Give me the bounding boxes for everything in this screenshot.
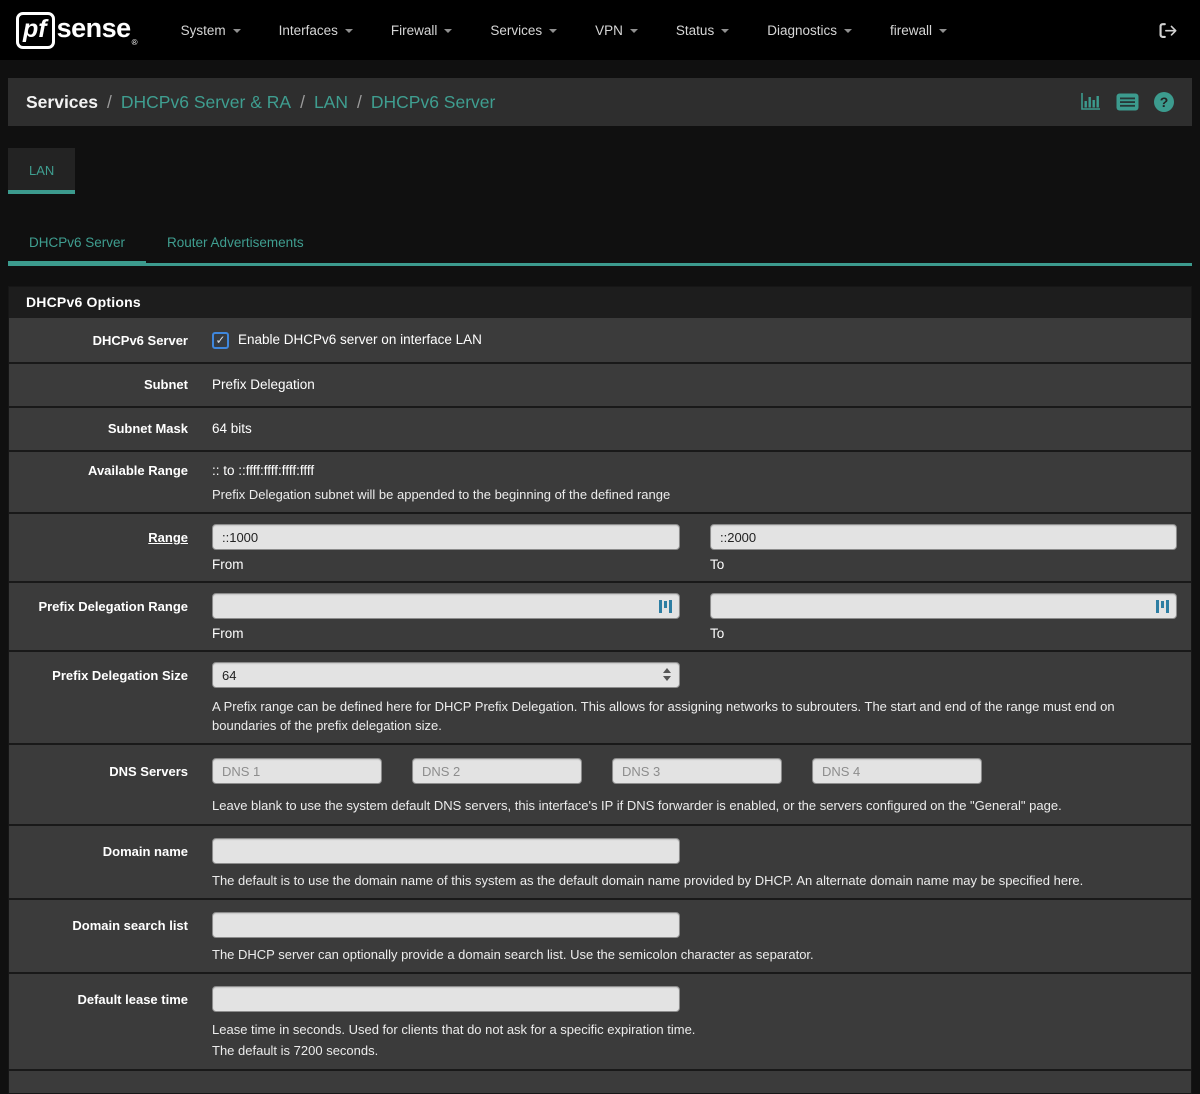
subnet-mask-value: 64 bits: [212, 419, 1191, 439]
field-label: Range: [9, 524, 212, 575]
field-label: Default lease time: [9, 986, 212, 1060]
chevron-down-icon: [345, 29, 353, 33]
input-caption-from: From: [212, 624, 680, 644]
dns2-input[interactable]: [412, 758, 582, 784]
enable-dhcpv6-label: Enable DHCPv6 server on interface LAN: [238, 330, 482, 350]
nav-item-services[interactable]: Services: [471, 13, 576, 48]
pfsense-logo-pf: pf: [16, 12, 55, 49]
form-row-prefix-delegation-size: Prefix Delegation Size 64 A Prefix range…: [9, 650, 1191, 743]
nav-item-status[interactable]: Status: [657, 13, 748, 48]
lease-time-help-1: Lease time in seconds. Used for clients …: [212, 1020, 1177, 1039]
chevron-down-icon: [630, 29, 638, 33]
field-label: Subnet: [9, 375, 212, 395]
pd-size-help: A Prefix range can be defined here for D…: [212, 697, 1177, 735]
autofill-icon: [1156, 599, 1169, 613]
status-graph-button[interactable]: [1079, 92, 1101, 112]
chevron-down-icon: [844, 29, 852, 33]
breadcrumb-bar: Services / DHCPv6 Server & RA / LAN / DH…: [8, 78, 1192, 126]
nav-item-diagnostics[interactable]: Diagnostics: [748, 13, 871, 48]
enable-dhcpv6-checkbox[interactable]: ✓: [212, 332, 229, 349]
nav-item-firewall[interactable]: Firewall: [372, 13, 472, 48]
sign-out-button[interactable]: [1152, 16, 1184, 45]
nav-item-interfaces[interactable]: Interfaces: [260, 13, 372, 48]
dns3-input[interactable]: [612, 758, 782, 784]
form-row-range: Range From To: [9, 512, 1191, 581]
check-icon: ✓: [215, 334, 225, 346]
field-label: DNS Servers: [9, 758, 212, 815]
sign-out-icon: [1158, 22, 1178, 39]
chevron-down-icon: [939, 29, 947, 33]
dns-help: Leave blank to use the system default DN…: [212, 796, 1177, 815]
form-row-subnet-mask: Subnet Mask 64 bits: [9, 406, 1191, 450]
available-range-value: :: to ::ffff:ffff:ffff:ffff: [212, 461, 1177, 481]
form-row-default-lease-time: Default lease time Lease time in seconds…: [9, 972, 1191, 1069]
question-mark-icon: ?: [1160, 94, 1169, 110]
field-label: Subnet Mask: [9, 419, 212, 439]
lease-time-input[interactable]: [212, 986, 680, 1012]
input-caption-to: To: [710, 624, 1177, 644]
tab-router-advertisements[interactable]: Router Advertisements: [146, 222, 325, 263]
breadcrumb-section: Services: [26, 92, 98, 113]
form-row-dhcpv6-server: DHCPv6 Server ✓ Enable DHCPv6 server on …: [9, 318, 1191, 362]
pd-size-select[interactable]: 64: [212, 662, 680, 688]
form-row-prefix-delegation-range: Prefix Delegation Range From To: [9, 581, 1191, 650]
dhcpv6-options-panel: DHCPv6 Options DHCPv6 Server ✓ Enable DH…: [8, 286, 1192, 1094]
sub-tab-bar: DHCPv6 Server Router Advertisements: [8, 222, 1192, 266]
form-row-domain-search-list: Domain search list The DHCP server can o…: [9, 898, 1191, 972]
breadcrumb: Services / DHCPv6 Server & RA / LAN / DH…: [26, 92, 495, 113]
registered-mark: ®: [132, 38, 138, 47]
panel-title: DHCPv6 Options: [9, 287, 1191, 318]
chevron-down-icon: [444, 29, 452, 33]
pd-range-from-input[interactable]: [212, 593, 680, 619]
tab-lan[interactable]: LAN: [8, 148, 75, 194]
help-button[interactable]: ?: [1154, 92, 1174, 112]
tab-dhcpv6-server[interactable]: DHCPv6 Server: [8, 222, 146, 266]
nav-item-system[interactable]: System: [162, 13, 260, 48]
domain-name-help: The default is to use the domain name of…: [212, 871, 1177, 890]
field-label: Available Range: [9, 461, 212, 504]
autofill-icon: [659, 599, 672, 613]
field-label: Domain name: [9, 838, 212, 890]
pfsense-logo-text: sense: [57, 12, 131, 44]
breadcrumb-actions: ?: [1079, 92, 1174, 112]
breadcrumb-link-dhcpv6-server-ra[interactable]: DHCPv6 Server & RA: [121, 92, 291, 113]
input-caption-from: From: [212, 555, 680, 575]
range-to-input[interactable]: [710, 524, 1177, 550]
field-label: Prefix Delegation Range: [9, 593, 212, 644]
pd-range-to-input[interactable]: [710, 593, 1177, 619]
field-label: Domain search list: [9, 912, 212, 964]
form-row-subnet: Subnet Prefix Delegation: [9, 362, 1191, 406]
chevron-down-icon: [721, 29, 729, 33]
list-icon: [1116, 93, 1139, 111]
breadcrumb-link-dhcpv6-server[interactable]: DHCPv6 Server: [371, 92, 495, 113]
chevron-down-icon: [233, 29, 241, 33]
main-menu: System Interfaces Firewall Services VPN …: [162, 13, 966, 48]
log-entries-button[interactable]: [1116, 93, 1139, 111]
lease-time-help-2: The default is 7200 seconds.: [212, 1041, 1177, 1060]
bar-chart-icon: [1079, 92, 1101, 112]
domain-search-input[interactable]: [212, 912, 680, 938]
range-from-input[interactable]: [212, 524, 680, 550]
available-range-help: Prefix Delegation subnet will be appende…: [212, 485, 1177, 504]
dns1-input[interactable]: [212, 758, 382, 784]
input-caption-to: To: [710, 555, 1177, 575]
field-label: DHCPv6 Server: [9, 331, 212, 350]
chevron-down-icon: [549, 29, 557, 33]
domain-name-input[interactable]: [212, 838, 680, 864]
top-navbar: pf sense ® System Interfaces Firewall Se…: [0, 0, 1200, 60]
form-row-domain-name: Domain name The default is to use the do…: [9, 824, 1191, 898]
dns4-input[interactable]: [812, 758, 982, 784]
form-row-available-range: Available Range :: to ::ffff:ffff:ffff:f…: [9, 450, 1191, 512]
pfsense-logo[interactable]: pf sense ®: [16, 12, 138, 49]
breadcrumb-link-lan[interactable]: LAN: [314, 92, 348, 113]
domain-search-help: The DHCP server can optionally provide a…: [212, 945, 1177, 964]
form-row-partial: [9, 1069, 1191, 1093]
nav-item-vpn[interactable]: VPN: [576, 13, 657, 48]
form-row-dns-servers: DNS Servers Leave blank to use the syste…: [9, 743, 1191, 824]
field-label: Prefix Delegation Size: [9, 662, 212, 735]
subnet-value: Prefix Delegation: [212, 375, 1191, 395]
nav-item-hostname[interactable]: firewall: [871, 13, 966, 48]
